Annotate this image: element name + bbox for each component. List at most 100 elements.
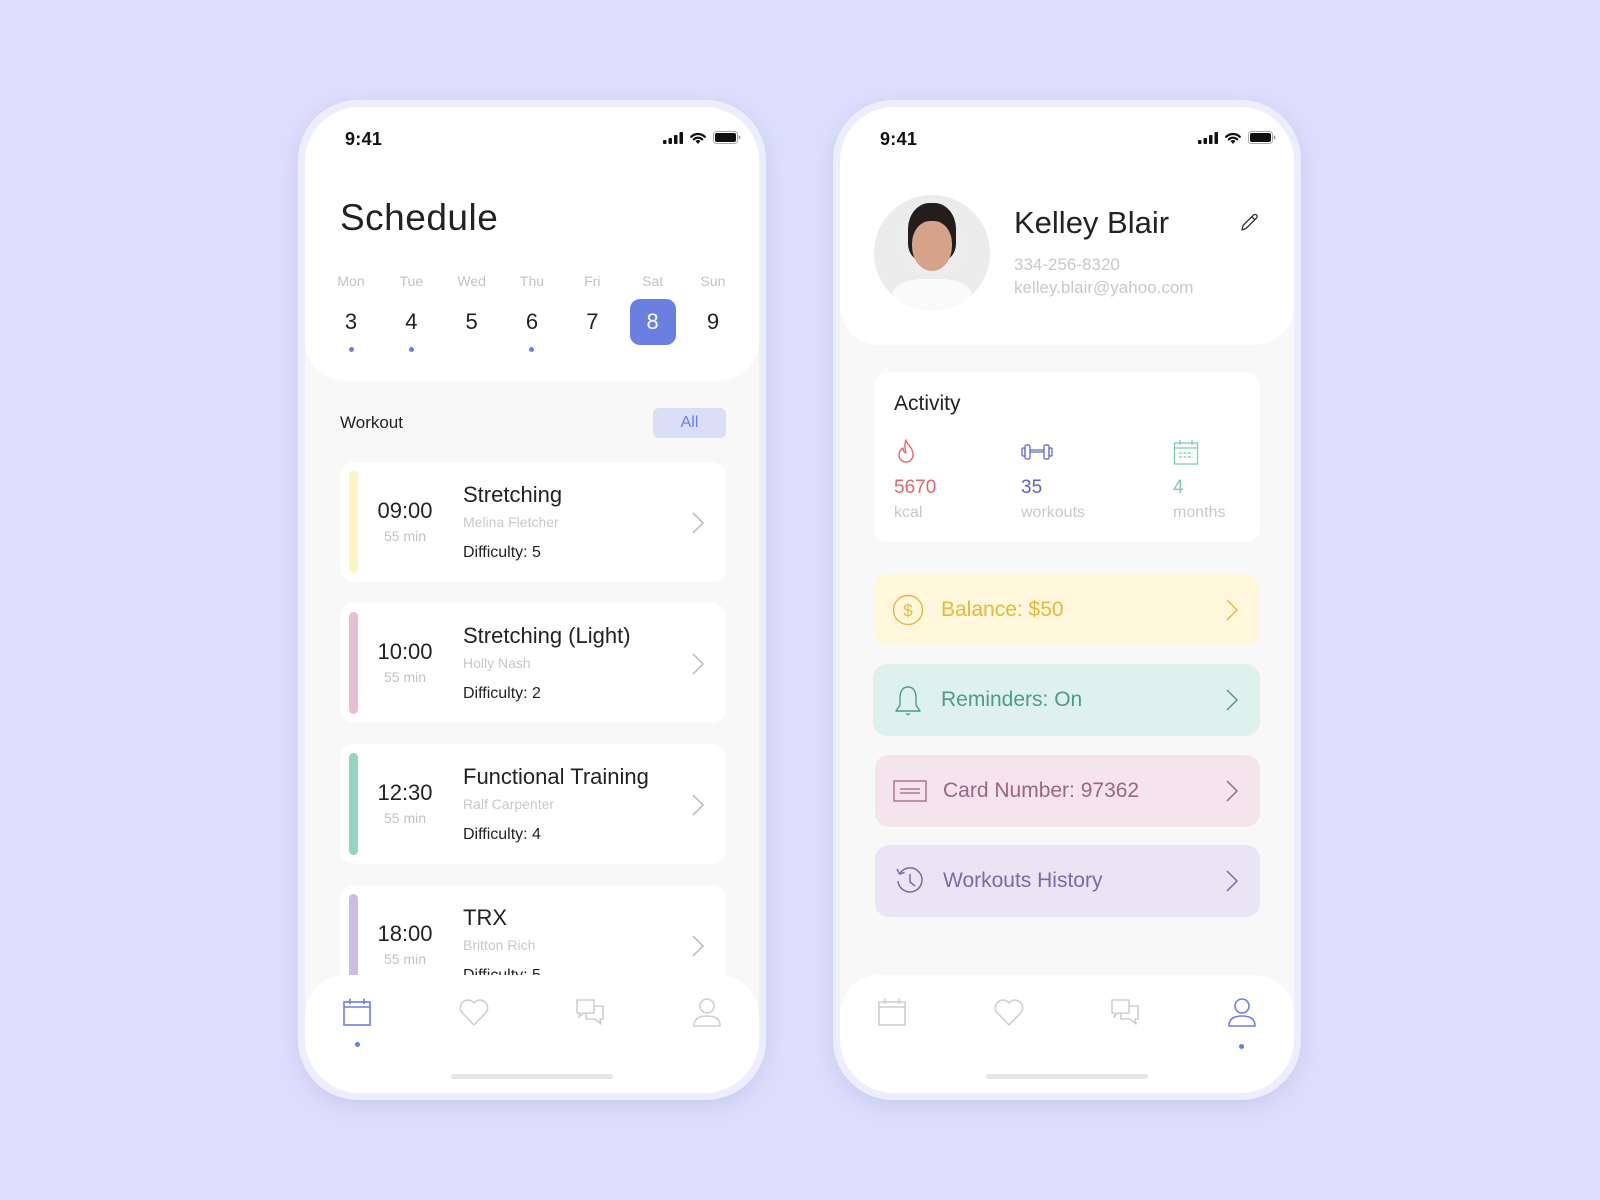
day-name: Mon: [337, 273, 365, 289]
day-tue[interactable]: Tue 4: [385, 273, 437, 352]
home-indicator: [986, 1074, 1148, 1079]
workout-time: 10:00: [377, 639, 433, 664]
day-wed[interactable]: Wed 5: [446, 273, 498, 352]
tab-calendar[interactable]: [876, 997, 908, 1049]
stat-value: 35: [1021, 477, 1043, 498]
day-number: 4: [405, 309, 418, 334]
stat-value: 4: [1173, 477, 1184, 498]
active-tab-dot: [588, 1044, 593, 1049]
day-sat[interactable]: Sat 8: [627, 273, 679, 352]
workout-card[interactable]: 10:00 55 min Stretching (Light) Holly Nash D…: [340, 603, 726, 723]
chevron-right-icon: [692, 935, 704, 957]
day-name: Thu: [519, 273, 545, 289]
page-title: Schedule: [340, 197, 499, 238]
home-indicator: [451, 1074, 613, 1079]
chat-icon: [574, 997, 606, 1034]
workout-difficulty: Difficulty: 5: [463, 544, 541, 561]
day-number: 3: [344, 309, 358, 334]
reminders-menu-item[interactable]: Reminders: On: [873, 664, 1260, 736]
workout-coach: Ralf Carpenter: [463, 796, 555, 812]
schedule-screen: 9:41 Schedule Mon 3 Tue 4 Wed 5 Thu 6 Fri 7 Sat 8 Su…: [305, 107, 759, 1093]
calendar-icon: [877, 997, 907, 1032]
workout-duration: 55 min: [383, 669, 427, 685]
event-indicator-dot: [408, 347, 414, 352]
chevron-right-icon: [692, 653, 704, 675]
workout-time: 09:00: [377, 498, 433, 523]
day-number: 6: [525, 309, 539, 334]
workout-card[interactable]: 09:00 55 min Stretching Melina Fletcher Diff…: [340, 462, 726, 582]
active-tab-dot: [890, 1042, 895, 1047]
status-time: 9:41: [880, 129, 918, 149]
heart-icon: [458, 997, 490, 1032]
event-indicator-dot: [348, 347, 354, 352]
chevron-right-icon: [1226, 599, 1238, 621]
active-tab-dot: [1239, 1044, 1245, 1049]
wifi-icon: [1225, 132, 1241, 144]
workout-difficulty: Difficulty: 4: [463, 826, 541, 843]
tab-chat[interactable]: [1109, 997, 1141, 1049]
day-mon[interactable]: Mon 3: [325, 273, 377, 352]
stat-workouts: 35 workouts: [1021, 438, 1085, 522]
signal-icon: [1198, 131, 1218, 144]
profile-phone: 9:41 Kelley Blair 334-256-8320 kelley.bl…: [833, 100, 1301, 1100]
workout-header: Workout All: [340, 408, 726, 438]
avatar-face: [912, 221, 952, 271]
workout-difficulty: Difficulty: 2: [463, 685, 541, 702]
balance-menu-item[interactable]: $ Balance: $50: [873, 574, 1260, 646]
day-name: Sat: [642, 273, 664, 289]
dumbbell-icon: [1021, 444, 1053, 460]
workout-title: Stretching: [463, 482, 563, 507]
day-thu[interactable]: Thu 6: [506, 273, 558, 352]
workout-color-bar: [349, 753, 358, 855]
active-tab-dot: [1123, 1044, 1128, 1049]
profile-screen: 9:41 Kelley Blair 334-256-8320 kelley.bl…: [840, 107, 1294, 1093]
stat-unit: workouts: [1021, 504, 1086, 521]
user-icon: [1227, 997, 1257, 1034]
event-indicator-dot: [529, 347, 535, 352]
tab-user[interactable]: [1226, 997, 1258, 1049]
card-icon: [893, 779, 927, 803]
day-number: 7: [586, 309, 599, 334]
workout-coach: Melina Fletcher: [463, 514, 559, 530]
tab-bar: [840, 975, 1294, 1093]
tab-chat[interactable]: [574, 997, 606, 1049]
calendar-icon: [1173, 440, 1199, 465]
workout-duration: 55 min: [383, 810, 427, 826]
event-indicator-dot: [469, 347, 474, 352]
tab-heart[interactable]: [993, 997, 1025, 1049]
menu-label: Card Number: 97362: [943, 779, 1140, 802]
workout-color-bar: [349, 471, 358, 573]
workouts-history-menu-item[interactable]: Workouts History: [875, 845, 1260, 917]
avatar[interactable]: [874, 195, 990, 311]
profile-phone-number: 334-256-8320: [1014, 255, 1120, 274]
active-tab-dot: [471, 1042, 476, 1047]
day-fri[interactable]: Fri 7: [566, 273, 618, 352]
dollar-icon: $: [891, 594, 925, 626]
filter-all-button[interactable]: All: [653, 408, 726, 438]
signal-icon: [663, 131, 683, 144]
event-indicator-dot: [590, 347, 595, 352]
tab-user[interactable]: [691, 997, 723, 1049]
workout-color-bar: [349, 612, 358, 714]
workout-duration: 55 min: [383, 951, 427, 967]
workout-coach: Holly Nash: [463, 655, 531, 671]
battery-icon: [713, 131, 741, 144]
tab-calendar[interactable]: [341, 997, 373, 1049]
edit-profile-button[interactable]: [1238, 212, 1260, 239]
profile-email: kelley.blair@yahoo.com: [1014, 278, 1194, 297]
menu-label: Workouts History: [943, 869, 1103, 892]
bell-icon: [891, 683, 925, 717]
workout-time: 12:30: [377, 780, 433, 805]
day-number: 5: [465, 309, 478, 334]
active-tab-dot: [704, 1044, 709, 1049]
chevron-right-icon: [1226, 780, 1238, 802]
schedule-phone: 9:41 Schedule Mon 3 Tue 4 Wed 5 Thu 6 Fri 7 Sat 8 Su…: [298, 100, 766, 1100]
menu-label: Reminders: On: [941, 688, 1083, 711]
tab-heart[interactable]: [458, 997, 490, 1049]
day-sun[interactable]: Sun 9: [687, 273, 739, 352]
history-icon: [893, 865, 927, 897]
card-number-menu-item[interactable]: Card Number: 97362: [875, 755, 1260, 827]
chevron-right-icon: [692, 794, 704, 816]
workout-card[interactable]: 12:30 55 min Functional Training Ralf Carpe…: [340, 744, 726, 864]
workout-coach: Britton Rich: [463, 937, 536, 953]
